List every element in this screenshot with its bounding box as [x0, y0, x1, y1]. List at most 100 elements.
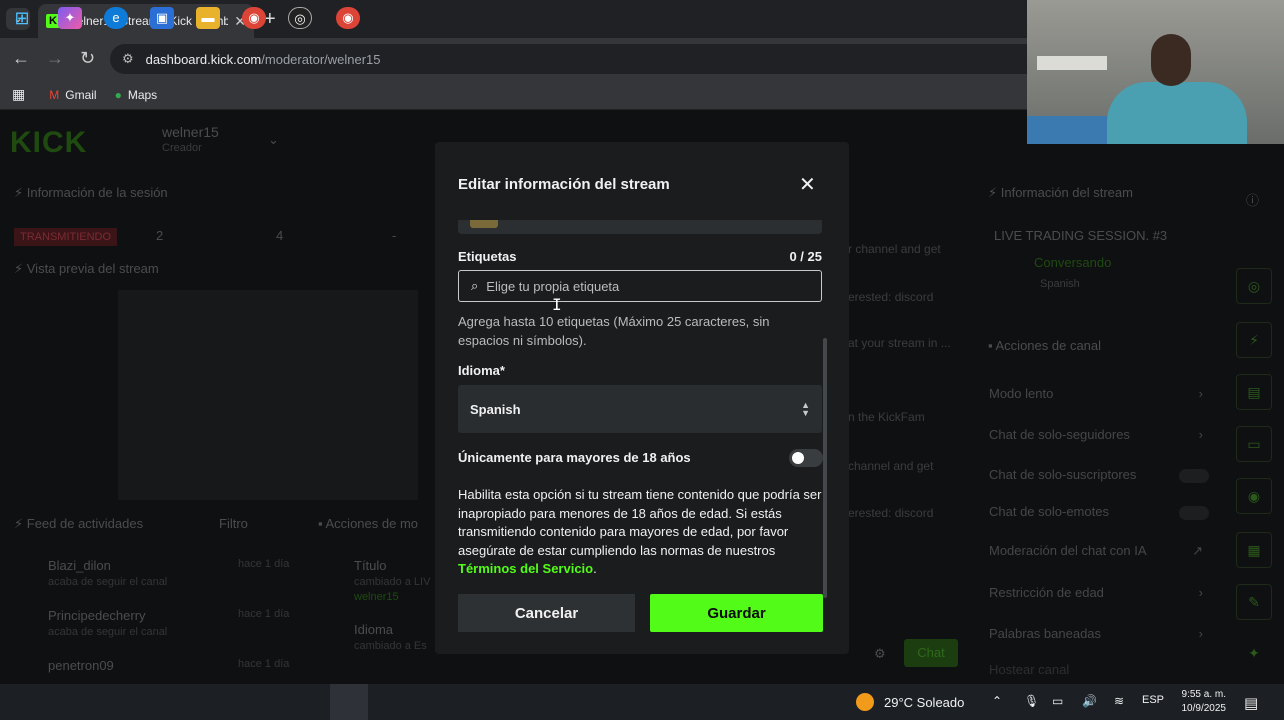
modal-title: Editar información del stream [458, 176, 670, 193]
chevron-right-icon: › [1198, 585, 1203, 600]
live-badge: TRANSMITIENDO [14, 228, 118, 246]
chevron-right-icon: › [1198, 427, 1203, 442]
select-updown-icon: ▲ ▼ [801, 400, 810, 418]
feed-item: Blazi_dilon acaba de seguir el canal [48, 558, 168, 588]
action-age-restriction[interactable]: Restricción de edad › [989, 585, 1209, 600]
windows-start-icon[interactable]: ⊞ [10, 7, 34, 29]
text-cursor-icon: I [552, 295, 562, 314]
sidebar-apps-icon[interactable]: ✦ [1236, 636, 1272, 672]
mod-actions-title: ▪ Acciones de mo [318, 516, 419, 531]
system-clock[interactable]: 9:55 a. m. 10/9/2025 [1168, 688, 1227, 716]
chat-send-button[interactable]: Chat [904, 639, 958, 667]
file-explorer-icon[interactable]: ▬ [196, 7, 220, 29]
webcam-person-head [1151, 34, 1191, 86]
webcam-bed [1027, 116, 1117, 144]
action-ai-moderation[interactable]: Moderación del chat con IA ↗ [989, 543, 1209, 558]
toggle-switch [1179, 506, 1209, 520]
tags-input[interactable] [486, 278, 821, 294]
feed-item: penetron09 [48, 658, 114, 673]
sidebar-broadcast-icon[interactable]: ◉ [1236, 478, 1272, 514]
action-followers-only[interactable]: Chat de solo-seguidores › [989, 427, 1209, 442]
feed-title: ⚡ Feed de actividades [14, 516, 144, 531]
chat-settings-gear-icon[interactable]: ⚙ [874, 646, 886, 662]
back-arrow-icon[interactable]: ← [12, 48, 30, 69]
obs-icon[interactable]: ◎ [288, 7, 312, 29]
chrome-icon[interactable]: ◉ [336, 7, 360, 29]
cancel-button[interactable]: Cancelar [458, 594, 635, 632]
volume-icon[interactable]: 🔊 [1082, 694, 1097, 708]
channel-user[interactable]: welner15 Creador [162, 124, 219, 154]
stat-followers: 4 [276, 228, 284, 243]
stat-duration: - [392, 228, 397, 243]
mod-action-item: Título cambiado a LIV welner15 [354, 558, 431, 603]
chrome-profile-icon[interactable]: ◉ [242, 7, 266, 29]
chat-line: erested: discord [848, 290, 934, 304]
sidebar-wrench-icon[interactable]: ✎ [1236, 584, 1272, 620]
stream-category: Conversando [1034, 255, 1112, 270]
info-icon[interactable]: ⓘ [1246, 190, 1259, 209]
chat-line: at your stream in ... [848, 336, 951, 350]
category-field-partial[interactable] [458, 220, 822, 234]
modal-scrollbar[interactable] [823, 338, 827, 598]
reload-icon[interactable]: ↻ [80, 48, 95, 69]
stream-name: LIVE TRADING SESSION. #3 [994, 228, 1168, 243]
webcam-overlay [1027, 0, 1284, 144]
sidebar-bolt-icon[interactable]: ⚡ [1236, 322, 1272, 358]
language-selected-value: Spanish [470, 401, 521, 417]
keyboard-language[interactable]: ESP [1142, 694, 1164, 706]
action-emotes-only[interactable]: Chat de solo-emotes [989, 504, 1209, 520]
sidebar-layout-icon[interactable]: ▦ [1236, 532, 1272, 568]
chat-line: n the KickFam [848, 410, 925, 424]
sidebar-camera-icon[interactable]: ◎ [1236, 268, 1272, 304]
chevron-right-icon: › [1198, 386, 1203, 401]
mod-action-item: Idioma cambiado a Es [354, 622, 427, 652]
sidebar-chat-icon[interactable]: ▭ [1236, 426, 1272, 462]
close-icon[interactable]: ✕ [799, 172, 816, 197]
action-host-channel[interactable]: Hostear canal [989, 662, 1209, 677]
feed-time: hace 1 día [238, 558, 290, 570]
feed-filter[interactable]: Filtro [219, 516, 248, 531]
adult-toggle[interactable] [789, 449, 823, 467]
tray-chevron-up-icon[interactable]: ⌃ [992, 694, 1002, 708]
chevron-right-icon: › [1198, 626, 1203, 641]
gmail-icon: M [49, 87, 60, 102]
preview-title: ⚡ Vista previa del stream [14, 261, 159, 276]
edit-stream-modal: Editar información del stream ✕ Etiqueta… [435, 142, 849, 654]
taskbar-active-indicator [330, 684, 368, 720]
forward-arrow-icon[interactable]: → [46, 48, 64, 69]
notifications-icon[interactable]: ▤ [1244, 694, 1258, 712]
microphone-icon[interactable]: 🎙 [1024, 694, 1039, 708]
maps-icon: ● [114, 87, 122, 102]
tags-input-wrapper[interactable]: ⌕ [458, 270, 822, 302]
bookmark-maps[interactable]: ● Maps [115, 88, 158, 102]
adult-description: Habilita esta opción si tu stream tiene … [458, 487, 822, 577]
language-select[interactable]: Spanish ▲ ▼ [458, 385, 822, 433]
stream-language-tag: Spanish [1040, 278, 1080, 290]
kick-logo: KICK [10, 126, 88, 159]
site-settings-icon[interactable]: ⚙ [122, 51, 134, 67]
wifi-icon[interactable]: ≋ [1114, 694, 1124, 708]
bookmark-gmail[interactable]: M Gmail [49, 88, 96, 102]
action-slow-mode[interactable]: Modo lento › [989, 386, 1209, 401]
stream-preview [118, 290, 418, 500]
store-icon[interactable]: ▣ [150, 7, 174, 29]
category-chip [470, 220, 498, 228]
chat-line: channel and get [848, 459, 934, 473]
save-button[interactable]: Guardar [650, 594, 823, 632]
battery-icon[interactable]: ▭ [1052, 694, 1063, 708]
user-chevron-icon[interactable]: ⌄ [268, 132, 279, 148]
terms-of-service-link[interactable]: Términos del Servicio [458, 561, 593, 576]
copilot-icon[interactable]: ✦ [58, 7, 82, 29]
weather-widget[interactable]: 29°C Soleado [856, 693, 964, 711]
feed-time: hace 1 día [238, 608, 290, 620]
tags-counter: 0 / 25 [789, 249, 822, 264]
sidebar-doc-icon[interactable]: ▤ [1236, 374, 1272, 410]
tags-label: Etiquetas [458, 249, 517, 264]
action-banned-words[interactable]: Palabras baneadas › [989, 626, 1209, 641]
language-label: Idioma* [458, 363, 505, 378]
webcam-shelf [1037, 56, 1107, 70]
edge-icon[interactable]: e [104, 7, 128, 29]
sun-icon [856, 693, 874, 711]
action-subscribers-only[interactable]: Chat de solo-suscriptores [989, 467, 1209, 483]
apps-grid-icon[interactable]: ▦ [12, 86, 25, 103]
